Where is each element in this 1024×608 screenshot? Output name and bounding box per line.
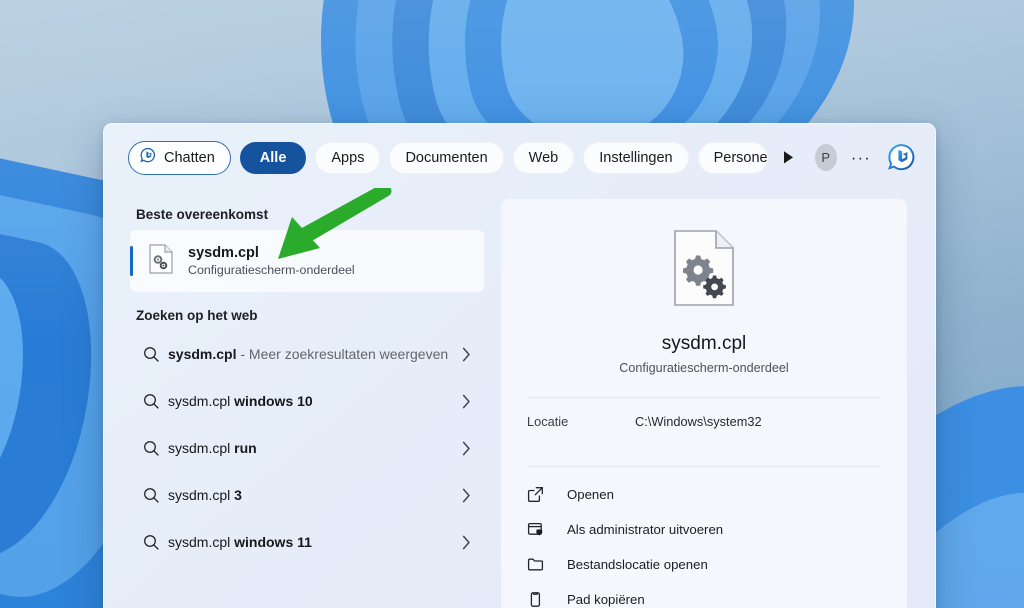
web-result-item[interactable]: sysdm.cpl - Meer zoekresultaten weergeve…: [128, 331, 486, 378]
desktop: Chatten Alle Apps Documenten Web Instell…: [0, 0, 1024, 608]
search-icon: [134, 346, 168, 363]
action-openen[interactable]: Openen: [527, 477, 881, 512]
bing-logo-icon[interactable]: [885, 141, 919, 175]
detail-title: sysdm.cpl: [661, 333, 747, 354]
detail-pane: sysdm.cpl Configuratiescherm-onderdeel L…: [501, 199, 907, 608]
tab-web[interactable]: Web: [512, 141, 575, 174]
chevron-right-icon[interactable]: [456, 441, 476, 456]
web-result-item[interactable]: sysdm.cpl 3: [128, 472, 486, 519]
chevron-right-icon[interactable]: [456, 535, 476, 550]
location-row: Locatie C:\Windows\system32: [527, 398, 881, 444]
tab-label: Documenten: [405, 149, 488, 166]
search-icon: [134, 487, 168, 504]
web-result-text: sysdm.cpl - Meer zoekresultaten weergeve…: [168, 344, 456, 364]
tab-label: Web: [528, 149, 559, 166]
open-external-icon: [527, 486, 567, 503]
web-result-item[interactable]: sysdm.cpl windows 10: [128, 378, 486, 425]
tab-label: Personen: [713, 149, 768, 166]
web-result-item[interactable]: sysdm.cpl windows 11: [128, 519, 486, 566]
results-column: Beste overeenkomst sysdm.cpl Configurati…: [104, 191, 487, 608]
search-icon: [134, 440, 168, 457]
tab-label: Chatten: [164, 149, 215, 166]
action-label: Pad kopiëren: [567, 592, 645, 607]
tab-label: Instellingen: [599, 149, 673, 166]
control-panel-file-icon: [148, 243, 174, 279]
web-result-suffix: windows 10: [230, 393, 313, 410]
tab-instellingen[interactable]: Instellingen: [583, 141, 689, 174]
copy-icon: [527, 591, 567, 608]
action-run-as-admin[interactable]: Als administrator uitvoeren: [527, 512, 881, 547]
search-icon: [134, 393, 168, 410]
web-result-suffix: 3: [230, 487, 242, 504]
detail-subtitle: Configuratiescherm-onderdeel: [619, 361, 789, 375]
web-result-query: sysdm.cpl: [168, 440, 231, 457]
search-flyout-panel: Chatten Alle Apps Documenten Web Instell…: [103, 123, 936, 608]
avatar[interactable]: P: [814, 144, 837, 171]
tab-chatten[interactable]: Chatten: [128, 140, 231, 175]
web-result-text: sysdm.cpl run: [168, 438, 456, 458]
web-result-item[interactable]: sysdm.cpl run: [128, 425, 486, 472]
avatar-initial: P: [821, 150, 831, 165]
web-result-suffix: - Meer zoekresultaten weergeven: [236, 346, 449, 363]
action-open-file-location[interactable]: Bestandslocatie openen: [527, 547, 881, 582]
control-panel-file-icon: [672, 229, 736, 312]
detail-action-list: Openen Als administrator uitvoeren Besta…: [527, 477, 881, 608]
action-copy-path[interactable]: Pad kopiëren: [527, 582, 881, 608]
tab-documenten[interactable]: Documenten: [389, 141, 504, 174]
web-result-query: sysdm.cpl: [168, 346, 237, 363]
search-icon: [134, 534, 168, 551]
folder-icon: [527, 556, 567, 573]
shield-admin-icon: [527, 521, 567, 538]
detail-icon-wrap: [527, 229, 881, 312]
web-result-query: sysdm.cpl: [168, 487, 231, 504]
tab-label: Alle: [259, 149, 287, 166]
location-label: Locatie: [527, 413, 569, 429]
search-results-body: Beste overeenkomst sysdm.cpl Configurati…: [104, 191, 935, 608]
web-search-heading: Zoeken op het web: [136, 308, 258, 323]
best-match-title: sysdm.cpl: [188, 244, 259, 261]
best-match-item[interactable]: sysdm.cpl Configuratiescherm-onderdeel: [130, 230, 484, 292]
chevron-right-icon[interactable]: [456, 488, 476, 503]
bing-chat-icon: [139, 147, 157, 169]
search-tab-bar: Chatten Alle Apps Documenten Web Instell…: [104, 124, 935, 191]
chevron-right-icon[interactable]: [456, 347, 476, 362]
web-result-query: sysdm.cpl: [168, 534, 231, 551]
tab-label: Apps: [331, 149, 365, 166]
detail-divider-bottom: [527, 466, 881, 467]
location-value: C:\Windows\system32: [635, 413, 762, 429]
best-match-subtitle: Configuratiescherm-onderdeel: [188, 262, 355, 277]
web-result-suffix: run: [230, 440, 257, 457]
tab-alle[interactable]: Alle: [239, 141, 307, 174]
more-label: ···: [850, 147, 871, 167]
web-result-query: sysdm.cpl: [168, 393, 231, 410]
action-label: Openen: [567, 487, 614, 502]
action-label: Bestandslocatie openen: [567, 557, 708, 572]
play-right-icon[interactable]: [779, 146, 797, 170]
chevron-right-icon[interactable]: [456, 394, 476, 409]
ellipsis-icon[interactable]: ···: [850, 144, 872, 172]
tab-apps[interactable]: Apps: [315, 141, 381, 174]
tab-personen[interactable]: Personen: [697, 141, 769, 174]
best-match-text: sysdm.cpl Configuratiescherm-onderdeel: [188, 244, 355, 279]
web-result-text: sysdm.cpl windows 11: [168, 532, 456, 552]
action-label: Als administrator uitvoeren: [567, 522, 724, 537]
web-results-list: sysdm.cpl - Meer zoekresultaten weergeve…: [128, 331, 487, 566]
web-result-text: sysdm.cpl windows 10: [168, 391, 456, 411]
web-result-suffix: windows 11: [230, 534, 312, 551]
best-match-heading: Beste overeenkomst: [136, 207, 269, 222]
web-result-text: sysdm.cpl 3: [168, 485, 456, 505]
